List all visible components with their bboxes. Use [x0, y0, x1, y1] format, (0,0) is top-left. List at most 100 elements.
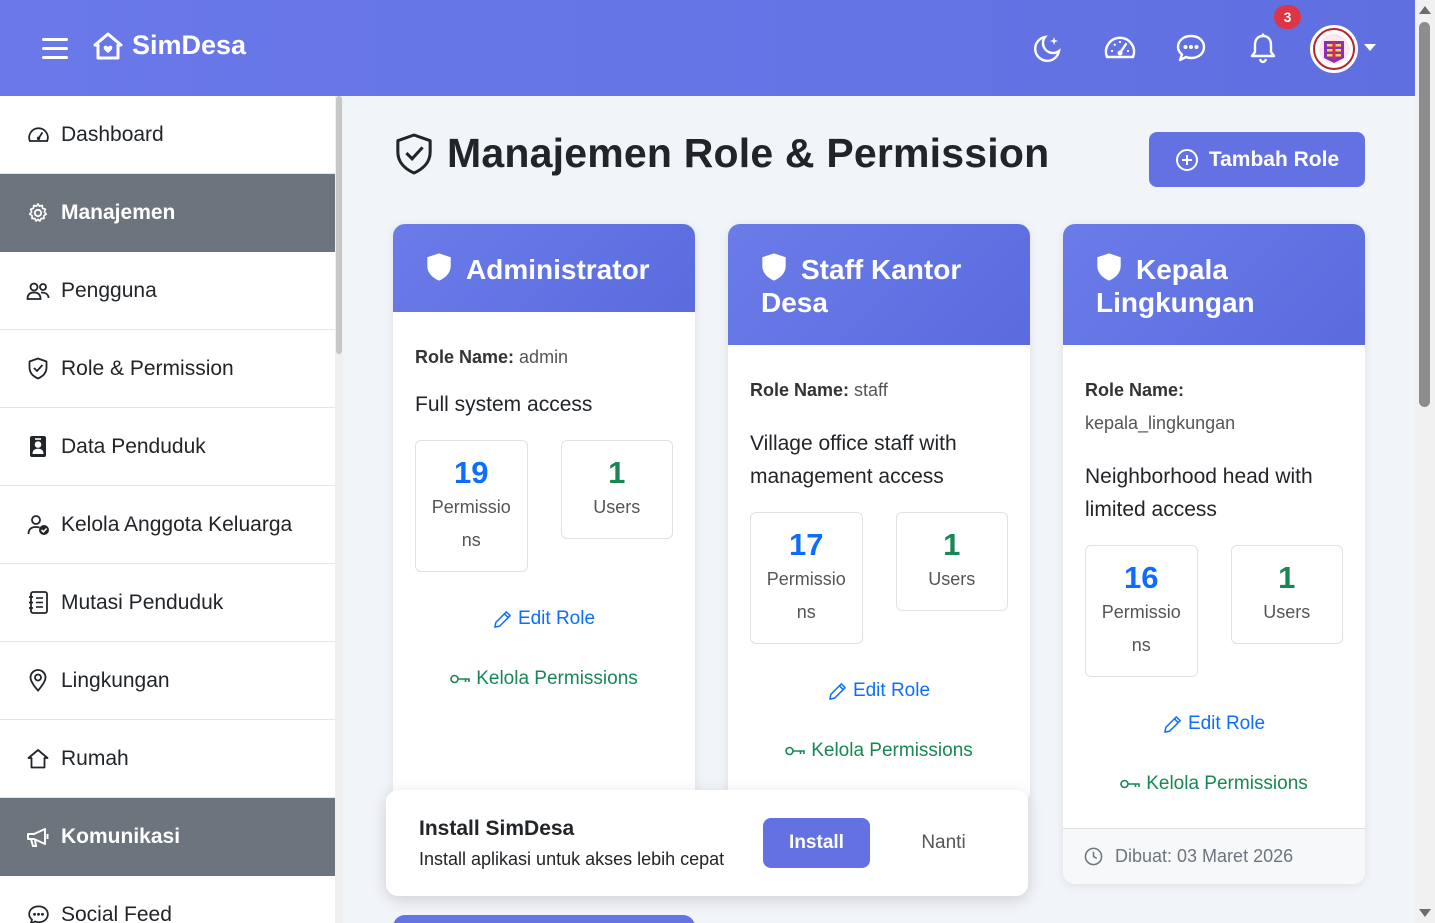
manage-permissions-label: Kelola Permissions: [476, 668, 638, 689]
role-name-value: staff: [854, 380, 888, 400]
sidebar: Dashboard Manajemen Pengguna Role & Perm…: [0, 96, 343, 923]
users-label: Users: [593, 497, 641, 517]
install-button[interactable]: Install: [763, 818, 870, 868]
users-count: 1: [608, 455, 626, 490]
sidebar-item-label: Data Penduduk: [61, 434, 206, 458]
role-card-header: Administrator: [393, 224, 695, 312]
role-card-header: Kepala Lingkungan: [1063, 224, 1365, 345]
manage-permissions-link[interactable]: Kelola Permissions: [415, 668, 673, 690]
sidebar-item-kelola-anggota-keluarga[interactable]: Kelola Anggota Keluarga: [0, 486, 335, 564]
users-count-box: 1 Users: [560, 440, 673, 539]
user-menu-caret-icon[interactable]: [1364, 44, 1376, 51]
edit-role-link[interactable]: Edit Role: [415, 608, 673, 630]
sidebar-item-rumah[interactable]: Rumah: [0, 720, 335, 798]
window-scrollbar[interactable]: [1415, 0, 1435, 923]
role-description: Neighborhood head with limited access: [1085, 465, 1313, 521]
sidebar-item-label: Mutasi Penduduk: [61, 590, 224, 614]
edit-role-link[interactable]: Edit Role: [1085, 713, 1343, 735]
key-icon: [785, 746, 806, 756]
sidebar-item-dashboard[interactable]: Dashboard: [0, 96, 335, 174]
sidebar-item-label: Manajemen: [61, 201, 176, 224]
shield-check-icon: [26, 357, 50, 381]
permissions-count: 19: [454, 455, 489, 490]
sidebar-item-label: Komunikasi: [61, 825, 181, 848]
speedometer-icon[interactable]: [1102, 30, 1138, 66]
permissions-count: 16: [1124, 560, 1159, 595]
sidebar-header-manajemen[interactable]: Manajemen: [0, 174, 335, 252]
created-date: Dibuat: 03 Maret 2026: [1115, 846, 1294, 866]
sidebar-item-label: Lingkungan: [61, 668, 170, 692]
manage-permissions-label: Kelola Permissions: [811, 740, 973, 761]
role-title: Staff Kantor Desa: [761, 254, 962, 318]
people-icon: [26, 279, 50, 303]
manage-permissions-link[interactable]: Kelola Permissions: [750, 740, 1008, 762]
sidebar-header-komunikasi[interactable]: Komunikasi: [0, 798, 335, 876]
chat-icon[interactable]: [1173, 30, 1209, 66]
permissions-count-box: 19 Permissions: [415, 440, 528, 572]
sidebar-item-pengguna[interactable]: Pengguna: [0, 252, 335, 330]
sidebar-item-label: Rumah: [61, 746, 129, 770]
sidebar-scrollbar[interactable]: [335, 96, 343, 923]
sidebar-item-social-feed[interactable]: Social Feed: [0, 876, 335, 923]
person-check-icon: [26, 513, 50, 537]
scroll-down-arrow-icon[interactable]: [1419, 909, 1431, 917]
role-card-administrator: Administrator Role Name: admin Full syst…: [393, 224, 695, 804]
sidebar-item-mutasi-penduduk[interactable]: Mutasi Penduduk: [0, 564, 335, 642]
hamburger-menu-icon[interactable]: [42, 38, 68, 60]
permissions-label: Permissions: [1101, 602, 1181, 655]
permissions-count: 17: [789, 527, 824, 562]
sidebar-item-label: Dashboard: [61, 122, 164, 146]
role-card-footer: Dibuat: 03 Maret 2026: [1063, 828, 1365, 884]
pencil-icon: [1164, 715, 1181, 733]
install-prompt: Install SimDesa Install aplikasi untuk a…: [386, 790, 1028, 896]
role-name-value: kepala_lingkungan: [1085, 413, 1236, 433]
sidebar-item-label: Kelola Anggota Keluarga: [61, 512, 293, 536]
add-role-label: Tambah Role: [1208, 147, 1340, 171]
clock-icon: [1084, 847, 1103, 866]
key-icon: [450, 674, 471, 684]
brand-logo[interactable]: SimDesa: [93, 30, 246, 61]
geo-pin-icon: [26, 669, 50, 693]
install-subtitle: Install aplikasi untuk akses lebih cepat: [419, 849, 725, 869]
users-label: Users: [1263, 602, 1311, 622]
bell-icon[interactable]: [1245, 30, 1281, 66]
page-header: Manajemen Role & Permission: [395, 130, 1049, 177]
shield-check-icon: [396, 132, 432, 175]
role-card-header: Staff Kantor Desa: [728, 224, 1030, 345]
key-icon: [1120, 779, 1141, 789]
users-count: 1: [943, 527, 961, 562]
manage-permissions-link[interactable]: Kelola Permissions: [1085, 773, 1343, 795]
role-name-label: Role Name:: [1085, 380, 1185, 400]
sidebar-item-data-penduduk[interactable]: Data Penduduk: [0, 408, 335, 486]
role-name-row: Role Name: kepala_lingkungan: [1085, 374, 1343, 440]
users-label: Users: [928, 569, 976, 589]
sidebar-item-label: Pengguna: [61, 278, 157, 302]
megaphone-icon: [26, 825, 50, 849]
role-card-staff: Staff Kantor Desa Role Name: staff Villa…: [728, 224, 1030, 804]
theme-toggle-icon[interactable]: [1030, 30, 1066, 66]
speedometer-icon: [26, 123, 50, 147]
journal-icon: [26, 591, 50, 615]
sidebar-item-label: Social Feed: [61, 902, 172, 923]
scrollbar-thumb[interactable]: [1419, 22, 1430, 407]
role-description: Full system access: [415, 393, 593, 416]
sidebar-item-role-permission[interactable]: Role & Permission: [0, 330, 335, 408]
later-button[interactable]: Nanti: [906, 818, 981, 868]
person-badge-icon: [26, 435, 50, 459]
permissions-label: Permissions: [766, 569, 846, 622]
chat-dots-icon: [26, 903, 50, 923]
users-count: 1: [1278, 560, 1296, 595]
permissions-count-box: 17 Permissions: [750, 512, 863, 644]
sidebar-item-lingkungan[interactable]: Lingkungan: [0, 642, 335, 720]
edit-role-label: Edit Role: [517, 608, 596, 629]
role-card-kepala-lingkungan: Kepala Lingkungan Role Name: kepala_lingk…: [1063, 224, 1365, 884]
manage-permissions-label: Kelola Permissions: [1146, 773, 1308, 794]
add-role-button[interactable]: Tambah Role: [1149, 132, 1365, 187]
edit-role-link[interactable]: Edit Role: [750, 680, 1008, 702]
permissions-label: Permissions: [431, 497, 511, 550]
edit-role-label: Edit Role: [1187, 713, 1266, 734]
pencil-icon: [494, 610, 511, 628]
scroll-up-arrow-icon[interactable]: [1419, 6, 1431, 14]
top-navbar: SimDesa 3: [0, 0, 1415, 96]
user-avatar[interactable]: [1310, 25, 1358, 73]
